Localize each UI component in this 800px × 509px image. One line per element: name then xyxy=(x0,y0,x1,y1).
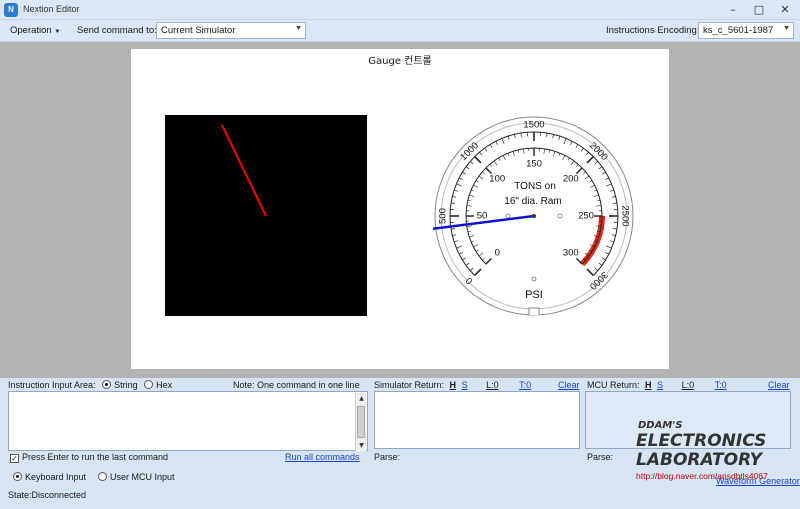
radio-icon xyxy=(98,472,107,481)
operation-menu[interactable]: Operation ▼ xyxy=(10,25,60,36)
send-command-value: Current Simulator xyxy=(161,25,236,36)
mcu-time-indicator[interactable]: T:0 xyxy=(715,380,727,390)
press-enter-checkbox[interactable]: ✓ Press Enter to run the last command xyxy=(10,452,168,463)
press-enter-label: Press Enter to run the last command xyxy=(22,452,169,462)
sim-hex-toggle[interactable]: H xyxy=(450,380,457,390)
run-all-commands-link[interactable]: Run all commands xyxy=(285,452,360,462)
encoding-select[interactable]: ks_c_5601-1987 ▼ xyxy=(698,22,794,39)
design-workspace: Gauge 컨트롤 0 500 1000 1500 2000 2500 3000 0 50 100… xyxy=(0,42,800,378)
simulator-return-output xyxy=(374,391,580,449)
keyboard-input-radio[interactable]: Keyboard Input xyxy=(13,472,86,482)
toolbar: Operation ▼ Send command to: Current Sim… xyxy=(0,20,800,42)
watermark-line3: LABORATORY xyxy=(636,450,762,470)
encoding-value: ks_c_5601-1987 xyxy=(703,25,774,36)
chevron-down-icon: ▼ xyxy=(295,25,302,32)
chevron-down-icon: ▼ xyxy=(54,29,61,35)
chevron-down-icon: ▼ xyxy=(783,25,790,32)
outer-scale-label: 500 xyxy=(438,208,449,224)
red-line xyxy=(221,124,267,217)
radio-selected-icon xyxy=(102,380,112,389)
encoding-label: Instructions Encoding: xyxy=(606,25,700,36)
checkbox-checked-icon: ✓ xyxy=(10,454,19,463)
blog-watermark: DDAM'S ELECTRONICS LABORATORY http://blo… xyxy=(636,420,768,481)
connection-status: State:Disconnected xyxy=(8,490,87,500)
needle-hub xyxy=(532,214,536,218)
string-radio[interactable]: String xyxy=(102,380,138,390)
hex-radio[interactable]: Hex xyxy=(144,380,172,390)
instruction-scrollbar[interactable]: ▲ ▼ xyxy=(355,393,366,451)
sim-time-indicator[interactable]: T:0 xyxy=(519,380,531,390)
maximize-button[interactable]: □ xyxy=(748,2,770,17)
mcu-length-indicator: L:0 xyxy=(681,380,695,390)
inner-scale-label: 250 xyxy=(578,211,594,222)
radio-selected-icon xyxy=(13,472,22,481)
mcu-return-label: MCU Return: xyxy=(587,380,640,390)
inner-scale-label: 0 xyxy=(495,247,500,258)
send-command-label: Send command to: xyxy=(77,25,157,36)
status-bar: State:Disconnected xyxy=(0,487,800,509)
waveform-canvas xyxy=(165,115,367,316)
title-bar: N Nextion Editor – □ ✕ xyxy=(0,0,800,20)
sim-parse-label: Parse: xyxy=(374,452,401,462)
pressure-gauge: 0500100015002000250030000501001502002503… xyxy=(433,116,634,316)
simulator-page: Gauge 컨트롤 0 500 1000 1500 2000 2500 3000 0 50 100… xyxy=(131,49,669,369)
hex-radio-label: Hex xyxy=(156,380,173,390)
instruction-input-label: Instruction Input Area: xyxy=(8,380,96,390)
send-command-select[interactable]: Current Simulator ▼ xyxy=(156,22,306,39)
mcu-string-toggle[interactable]: S xyxy=(657,380,663,390)
instruction-input-header: Instruction Input Area: String Hex xyxy=(8,380,172,390)
watermark-line1: DDAM'S xyxy=(638,420,683,431)
sim-clear-link[interactable]: Clear xyxy=(558,380,580,390)
close-button[interactable]: ✕ xyxy=(774,2,796,17)
one-command-note: Note: One command in one line xyxy=(233,380,360,390)
gauge-center-text-2: 16" dia. Ram xyxy=(504,196,561,207)
scroll-down-icon[interactable]: ▼ xyxy=(356,440,367,451)
minimize-button[interactable]: – xyxy=(722,2,744,17)
outer-scale-label: 2500 xyxy=(620,205,631,226)
inner-scale-label: 100 xyxy=(489,174,505,185)
mcu-hex-toggle[interactable]: H xyxy=(645,380,652,390)
outer-scale-label: 1500 xyxy=(523,120,544,131)
sim-string-toggle[interactable]: S xyxy=(462,380,468,390)
nextion-app-icon: N xyxy=(4,3,18,17)
inner-scale-label: 50 xyxy=(477,211,488,222)
user-mcu-input-label: User MCU Input xyxy=(110,472,175,482)
mcu-return-header: MCU Return: H S L:0 T:0 xyxy=(587,380,727,390)
gauge-notch xyxy=(528,307,540,315)
keyboard-input-label: Keyboard Input xyxy=(25,472,87,482)
gauge-unit-label: PSI xyxy=(525,289,543,301)
watermark-url: http://blog.naver.com/ansdbtls4067 xyxy=(636,471,768,481)
page-title: Gauge 컨트롤 xyxy=(368,56,432,67)
gauge-center-text-1: TONS on xyxy=(514,181,556,192)
inner-scale-label: 200 xyxy=(563,174,579,185)
watermark-line2: ELECTRONICS xyxy=(636,431,767,451)
canvas-svg xyxy=(221,124,267,217)
window-title: Nextion Editor xyxy=(23,4,80,14)
scroll-up-icon[interactable]: ▲ xyxy=(356,393,367,404)
scroll-thumb[interactable] xyxy=(357,406,365,438)
radio-icon xyxy=(144,380,154,389)
instruction-input-textarea[interactable]: ▲ ▼ xyxy=(8,391,368,451)
sim-length-indicator: L:0 xyxy=(486,380,499,390)
inner-scale-label: 300 xyxy=(563,247,579,258)
mcu-clear-link[interactable]: Clear xyxy=(768,380,790,390)
mcu-parse-label: Parse: xyxy=(587,452,614,462)
simulator-return-header: Simulator Return: H S L:0 T:0 xyxy=(374,380,531,390)
user-mcu-input-radio[interactable]: User MCU Input xyxy=(98,472,175,482)
simulator-return-label: Simulator Return: xyxy=(374,380,445,390)
inner-scale-label: 150 xyxy=(526,159,542,170)
string-radio-label: String xyxy=(114,380,138,390)
